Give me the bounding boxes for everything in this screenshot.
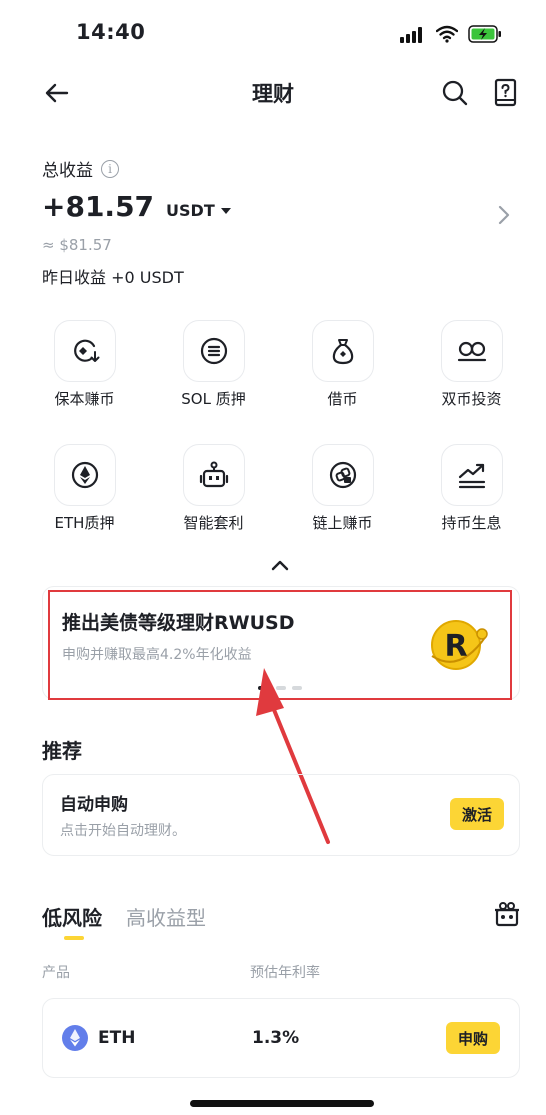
grid-label: 借币 — [327, 390, 358, 408]
recommend-title: 推荐 — [42, 739, 82, 763]
chevron-up-icon[interactable] — [268, 556, 292, 574]
nav-bar: 理财 — [0, 66, 546, 120]
grid-item-sol-staking[interactable]: SOL 质押 — [149, 320, 278, 430]
rwusd-logo-icon: R — [431, 620, 488, 670]
column-header-product: 产品 — [42, 965, 70, 981]
column-header-apr: 预估年利率 — [250, 965, 320, 981]
caret-down-icon — [220, 207, 231, 214]
grid-item-hold-to-earn[interactable]: 持币生息 — [407, 444, 536, 554]
grid-item-principal-protected[interactable]: 保本赚币 — [20, 320, 149, 430]
auto-subscribe-card[interactable] — [42, 774, 520, 856]
total-earnings[interactable]: +81.57 USDT — [42, 190, 231, 223]
auto-subscribe-title: 自动申购 — [60, 795, 128, 815]
eth-coin-icon — [62, 1025, 88, 1051]
tab-high-yield[interactable]: 高收益型 — [126, 902, 206, 931]
yesterday-earnings: 昨日收益 +0 USDT — [42, 268, 184, 287]
bag-icon — [332, 339, 354, 365]
robot-icon — [199, 461, 229, 488]
auto-subscribe-subtitle: 点击开始自动理财。 — [60, 823, 186, 839]
active-tab-indicator — [64, 936, 84, 940]
status-bar: 14:40 — [0, 0, 546, 64]
coin-name: ETH — [98, 1028, 136, 1048]
grid-label: SOL 质押 — [181, 390, 246, 408]
dual-coin-icon — [457, 341, 487, 362]
grid-item-smart-arbitrage[interactable]: 智能套利 — [149, 444, 278, 554]
banner-title: 推出美债等级理财RWUSD — [62, 612, 295, 634]
grid-item-eth-staking[interactable]: ETH质押 — [20, 444, 149, 554]
grid-label: ETH质押 — [54, 514, 115, 532]
total-earnings-amount: +81.57 — [42, 190, 155, 223]
growth-chart-icon — [458, 463, 486, 489]
subscribe-button[interactable]: 申购 — [446, 1022, 500, 1054]
coin-apr: 1.3% — [252, 1028, 300, 1048]
info-icon[interactable]: i — [101, 159, 119, 178]
carousel-dot — [276, 686, 286, 690]
grid-label: 智能套利 — [183, 514, 244, 532]
grid-label: 持币生息 — [441, 514, 502, 532]
rwusd-logo-letter: R — [444, 629, 467, 664]
grid-label: 保本赚币 — [54, 390, 115, 408]
currency-selector[interactable]: USDT — [166, 201, 231, 220]
gift-icon[interactable] — [494, 900, 520, 928]
grid-item-loan[interactable]: 借币 — [278, 320, 407, 430]
eth-icon — [71, 461, 99, 489]
carousel-dot — [292, 686, 302, 690]
currency-unit: USDT — [166, 201, 215, 220]
wifi-icon — [436, 25, 458, 43]
grid-item-dual-investment[interactable]: 双币投资 — [407, 320, 536, 430]
onchain-icon — [329, 461, 357, 489]
battery-charging-icon — [468, 25, 501, 43]
chevron-right-icon[interactable] — [496, 204, 512, 226]
activate-button[interactable]: 激活 — [450, 798, 504, 830]
search-icon[interactable] — [440, 78, 470, 108]
carousel-dots — [258, 686, 302, 690]
grid-item-onchain-earn[interactable]: 链上赚币 — [278, 444, 407, 554]
total-earnings-text: 总收益 — [42, 161, 93, 181]
grid-label: 双币投资 — [441, 390, 502, 408]
sol-icon — [200, 337, 228, 365]
home-indicator — [190, 1100, 374, 1107]
banner-subtitle: 申购并赚取最高4.2%年化收益 — [62, 647, 252, 663]
help-book-icon[interactable] — [490, 77, 520, 109]
signal-icon — [400, 27, 426, 43]
total-earnings-label: 总收益 i — [42, 156, 119, 181]
approx-usd-value: ≈ $81.57 — [42, 236, 112, 254]
coin-down-icon — [74, 339, 100, 362]
carousel-dot-active — [258, 686, 270, 690]
status-time: 14:40 — [76, 20, 146, 44]
grid-label: 链上赚币 — [312, 514, 373, 532]
tab-low-risk[interactable]: 低风险 — [42, 902, 102, 931]
